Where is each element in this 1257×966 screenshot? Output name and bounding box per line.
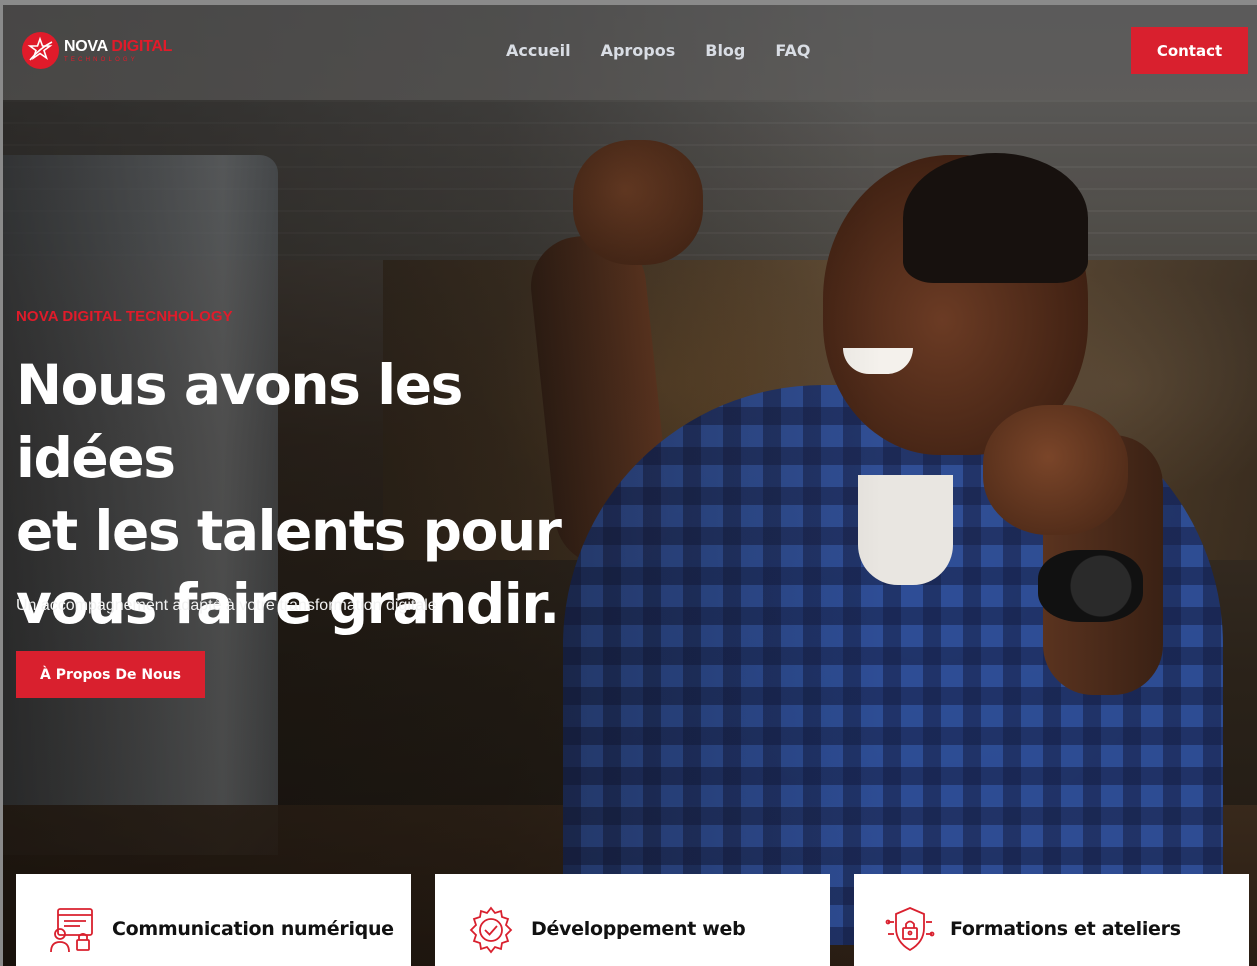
shield-lock-icon (884, 904, 936, 956)
site-header: NOVA DIGITAL TECHNOLOGY Accueil Apropos … (3, 5, 1257, 100)
logo-star-icon (22, 32, 59, 69)
nav-link-apropos[interactable]: Apropos (601, 41, 676, 60)
about-us-button[interactable]: À Propos De Nous (16, 651, 205, 698)
service-card-communication[interactable]: Communication numérique (16, 874, 411, 966)
nav-link-blog[interactable]: Blog (705, 41, 745, 60)
service-title-training: Formations et ateliers (950, 918, 1181, 940)
logo-wordmark: NOVA DIGITAL TECHNOLOGY (64, 37, 173, 63)
hero-headline-line2: et les talents pour (16, 499, 562, 563)
logo-word-digital: DIGITAL (111, 37, 173, 55)
logo-tagline: TECHNOLOGY (64, 56, 139, 63)
service-title-web-development: Développement web (531, 918, 746, 940)
gear-check-icon (465, 904, 517, 956)
nav-link-accueil[interactable]: Accueil (506, 41, 571, 60)
logo[interactable]: NOVA DIGITAL TECHNOLOGY (22, 32, 172, 69)
service-title-communication: Communication numérique (112, 918, 394, 940)
hero-eyebrow: NOVA DIGITAL TECNHOLOGY (16, 308, 233, 325)
service-cards: Communication numérique Développement we… (16, 874, 1249, 966)
main-nav: Accueil Apropos Blog FAQ (506, 41, 810, 60)
hero-headline-line1: Nous avons les idées (16, 353, 463, 490)
contact-button[interactable]: Contact (1131, 27, 1248, 74)
logo-word-nova: NOVA (64, 37, 108, 55)
service-card-training[interactable]: Formations et ateliers (854, 874, 1249, 966)
nav-link-faq[interactable]: FAQ (775, 41, 810, 60)
digital-communication-icon (46, 904, 98, 956)
service-card-web-development[interactable]: Développement web (435, 874, 830, 966)
hero-subline: Un accompagnement adapté à votre transfo… (16, 597, 437, 614)
page: NOVA DIGITAL TECHNOLOGY Accueil Apropos … (0, 0, 1257, 966)
logo-line1: NOVA DIGITAL (64, 37, 173, 55)
